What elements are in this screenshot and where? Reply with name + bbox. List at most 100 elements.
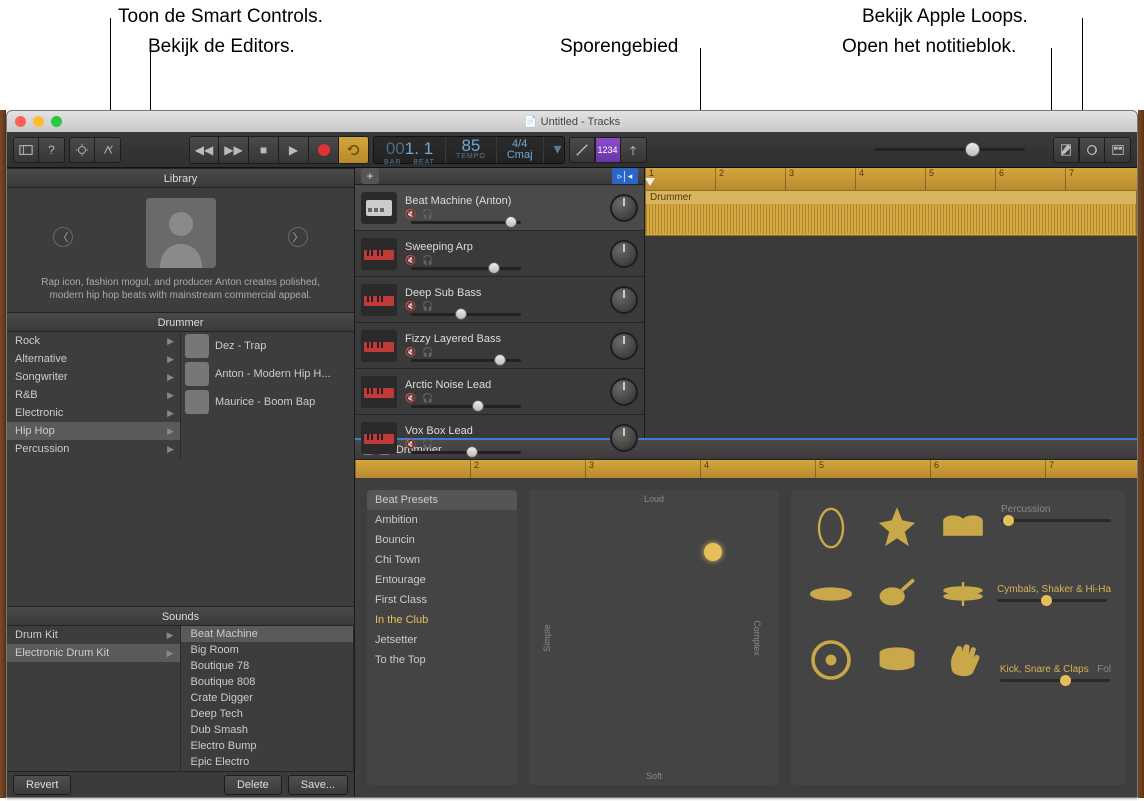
track-header[interactable]: Deep Sub Bass🔇🎧: [355, 277, 644, 323]
tracks-area[interactable]: 1234567 Drummer: [645, 168, 1137, 438]
headphone-icon[interactable]: 🎧: [422, 255, 433, 266]
track-header[interactable]: Beat Machine (Anton)🔇🎧: [355, 185, 644, 231]
track-volume-slider[interactable]: [411, 359, 521, 362]
genre-rock[interactable]: Rock▶: [7, 332, 180, 350]
drummer-item[interactable]: Maurice - Boom Bap: [181, 388, 354, 416]
genre-songwriter[interactable]: Songwriter▶: [7, 368, 180, 386]
sound-item[interactable]: Crate Digger: [181, 690, 354, 706]
track-volume-slider[interactable]: [411, 313, 521, 316]
shaker-icon[interactable]: [873, 570, 921, 618]
track-volume-slider[interactable]: [411, 451, 521, 454]
master-volume-toggle[interactable]: [569, 137, 595, 163]
stop-button[interactable]: ■: [249, 136, 279, 164]
clap-icon[interactable]: [873, 504, 921, 552]
loop-browser-button[interactable]: [1079, 137, 1105, 163]
delete-button[interactable]: Delete: [224, 775, 282, 795]
headphone-icon[interactable]: 🎧: [422, 209, 433, 220]
track-volume-slider[interactable]: [411, 405, 521, 408]
xy-puck[interactable]: [704, 543, 722, 561]
kick-icon[interactable]: [807, 636, 855, 684]
save-button[interactable]: Save...: [288, 775, 348, 795]
sound-item[interactable]: Boutique 808: [181, 674, 354, 690]
kit-category[interactable]: Electronic Drum Kit▶: [7, 644, 180, 662]
headphone-icon[interactable]: 🎧: [422, 439, 433, 450]
xy-pad[interactable]: Loud Soft Simple Complex: [529, 490, 779, 785]
track-volume-slider[interactable]: [411, 221, 521, 224]
library-toggle-button[interactable]: [13, 137, 39, 163]
track-header[interactable]: Arctic Noise Lead🔇🎧: [355, 369, 644, 415]
kit-category[interactable]: Drum Kit▶: [7, 626, 180, 644]
preset-item[interactable]: Jetsetter: [367, 630, 517, 650]
snare-icon[interactable]: [873, 636, 921, 684]
pan-knob[interactable]: [610, 424, 638, 452]
pan-knob[interactable]: [610, 240, 638, 268]
pan-knob[interactable]: [610, 332, 638, 360]
bongos-icon[interactable]: [939, 504, 987, 552]
media-browser-button[interactable]: [1105, 137, 1131, 163]
notepad-button[interactable]: [1053, 137, 1079, 163]
preset-item[interactable]: First Class: [367, 590, 517, 610]
record-button[interactable]: [309, 136, 339, 164]
preset-item[interactable]: Chi Town: [367, 550, 517, 570]
cymbals-slider[interactable]: [997, 599, 1107, 602]
tambourine-icon[interactable]: [807, 504, 855, 552]
hand-clap-icon[interactable]: [939, 636, 987, 684]
track-header[interactable]: Sweeping Arp🔇🎧: [355, 231, 644, 277]
add-track-button[interactable]: +: [361, 168, 379, 184]
genre-alternative[interactable]: Alternative▶: [7, 350, 180, 368]
track-header[interactable]: Vox Box Lead🔇🎧: [355, 415, 644, 461]
next-drummer-button[interactable]: 〉: [288, 227, 308, 247]
drummer-item[interactable]: Dez - Trap: [181, 332, 354, 360]
headphone-icon[interactable]: 🎧: [422, 301, 433, 312]
pan-knob[interactable]: [610, 286, 638, 314]
sound-item[interactable]: Dub Smash: [181, 722, 354, 738]
drummer-region[interactable]: Drummer: [645, 190, 1137, 236]
hihat-icon[interactable]: [939, 570, 987, 618]
headphone-icon[interactable]: 🎧: [422, 347, 433, 358]
preset-item[interactable]: Entourage: [367, 570, 517, 590]
master-volume-slider[interactable]: [875, 139, 1025, 161]
drummer-item[interactable]: Anton - Modern Hip H...: [181, 360, 354, 388]
mute-icon[interactable]: 🔇: [405, 439, 416, 450]
quick-help-button[interactable]: ?: [39, 137, 65, 163]
editors-button[interactable]: [95, 137, 121, 163]
forward-button[interactable]: ▶▶: [219, 136, 249, 164]
cymbal-icon[interactable]: [807, 570, 855, 618]
sound-item[interactable]: Big Room: [181, 642, 354, 658]
kick-slider[interactable]: [1000, 679, 1110, 682]
genre-percussion[interactable]: Percussion▶: [7, 440, 180, 458]
pan-knob[interactable]: [610, 378, 638, 406]
genre-electronic[interactable]: Electronic▶: [7, 404, 180, 422]
track-header[interactable]: Fizzy Layered Bass🔇🎧: [355, 323, 644, 369]
mute-icon[interactable]: 🔇: [405, 255, 416, 266]
mute-icon[interactable]: 🔇: [405, 393, 416, 404]
minimize-window-icon[interactable]: [33, 116, 44, 127]
sound-item[interactable]: Beat Machine: [181, 626, 354, 642]
sound-item[interactable]: Epic Electro: [181, 754, 354, 770]
smart-controls-button[interactable]: [69, 137, 95, 163]
play-button[interactable]: ▶: [279, 136, 309, 164]
lcd-display[interactable]: 001. 1 BAR BEAT 85 TEMPO 4/4 Cmaj ▾: [373, 136, 565, 164]
preset-item[interactable]: Ambition: [367, 510, 517, 530]
genre-hip-hop[interactable]: Hip Hop▶: [7, 422, 180, 440]
sound-item[interactable]: Deep Tech: [181, 706, 354, 722]
timeline-ruler[interactable]: 1234567: [645, 168, 1137, 190]
mute-icon[interactable]: 🔇: [405, 209, 416, 220]
tuner-button[interactable]: [621, 137, 647, 163]
percussion-slider[interactable]: [1001, 519, 1111, 522]
zoom-window-icon[interactable]: [51, 116, 62, 127]
mute-icon[interactable]: 🔇: [405, 301, 416, 312]
editor-ruler[interactable]: 234567: [355, 460, 1137, 478]
prev-drummer-button[interactable]: 〈: [53, 227, 73, 247]
count-in-button[interactable]: 1234: [595, 137, 621, 163]
preset-item[interactable]: To the Top: [367, 650, 517, 670]
genre-r&b[interactable]: R&B▶: [7, 386, 180, 404]
rewind-button[interactable]: ◀◀: [189, 136, 219, 164]
sound-item[interactable]: Electro Bump: [181, 738, 354, 754]
preset-item[interactable]: In the Club: [367, 610, 517, 630]
track-volume-slider[interactable]: [411, 267, 521, 270]
preset-item[interactable]: Bouncin: [367, 530, 517, 550]
mute-icon[interactable]: 🔇: [405, 347, 416, 358]
close-window-icon[interactable]: [15, 116, 26, 127]
sound-item[interactable]: Boutique 78: [181, 658, 354, 674]
